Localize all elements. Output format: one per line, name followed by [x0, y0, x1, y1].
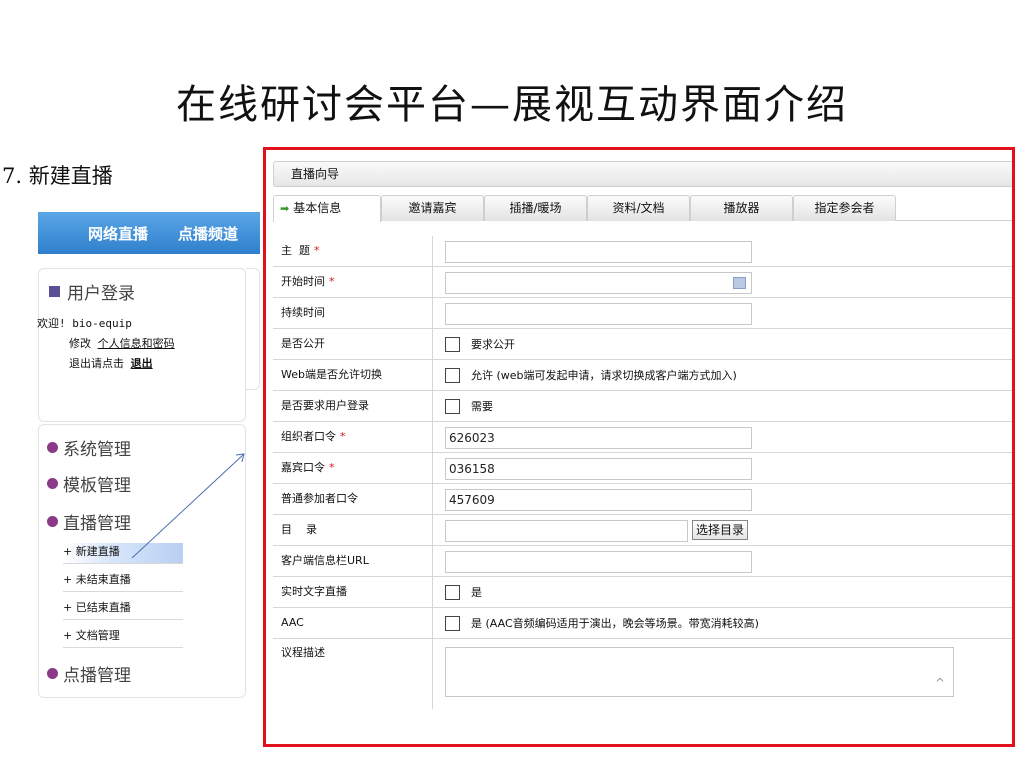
login-required-label: 是否要求用户登录	[273, 391, 433, 421]
row-guest-password: 嘉宾口令 * 036158	[273, 453, 1012, 484]
organizer-password-label: 组织者口令	[281, 430, 336, 443]
client-url-label: 客户端信息栏URL	[273, 546, 433, 576]
directory-input[interactable]	[445, 520, 688, 542]
guest-password-input[interactable]: 036158	[445, 458, 752, 480]
live-text-label: 实时文字直播	[273, 577, 433, 607]
agenda-textarea[interactable]: ^	[445, 647, 954, 697]
tab-player[interactable]: 播放器	[690, 195, 793, 221]
guest-password-label: 嘉宾口令	[281, 461, 325, 474]
select-directory-button[interactable]: 选择目录	[692, 520, 749, 540]
client-url-input[interactable]	[445, 551, 752, 573]
wizard-tabs: ➡ 基本信息 邀请嘉宾 插播/暖场 资料/文档 播放器 指定参会者	[273, 195, 1012, 222]
row-start-time: 开始时间 *	[273, 267, 1012, 298]
row-directory: 目 录 选择目录	[273, 515, 1012, 546]
tab-basic-info[interactable]: ➡ 基本信息	[273, 195, 381, 222]
attendee-password-label: 普通参加者口令	[273, 484, 433, 514]
row-client-url: 客户端信息栏URL	[273, 546, 1012, 577]
agenda-label: 议程描述	[273, 639, 433, 709]
aac-checkbox[interactable]	[445, 616, 460, 631]
wizard-header: 直播向导	[273, 161, 1012, 187]
row-login-required: 是否要求用户登录 需要	[273, 391, 1012, 422]
tab-designated-attendees[interactable]: 指定参会者	[793, 195, 896, 221]
duration-input[interactable]	[445, 303, 752, 325]
row-attendee-password: 普通参加者口令 457609	[273, 484, 1012, 515]
public-option-label: 要求公开	[471, 338, 515, 351]
scroll-up-icon[interactable]: ^	[935, 676, 945, 690]
web-switch-label: Web端是否允许切换	[273, 360, 433, 390]
tab-documents[interactable]: 资料/文档	[587, 195, 690, 221]
web-switch-checkbox[interactable]	[445, 368, 460, 383]
web-switch-option-label: 允许 (web端可发起申请，请求切换成客户端方式加入)	[471, 369, 737, 382]
row-aac: AAC 是 (AAC音频编码适用于演出，晚会等场景。带宽消耗较高)	[273, 608, 1012, 639]
organizer-password-input[interactable]: 626023	[445, 427, 752, 449]
row-duration: 持续时间	[273, 298, 1012, 329]
subject-label: 主 题	[281, 244, 310, 257]
public-checkbox[interactable]	[445, 337, 460, 352]
aac-label: AAC	[273, 608, 433, 638]
directory-label: 目 录	[273, 515, 433, 545]
login-required-checkbox[interactable]	[445, 399, 460, 414]
row-subject: 主 题 *	[273, 236, 1012, 267]
row-public: 是否公开 要求公开	[273, 329, 1012, 360]
live-text-checkbox[interactable]	[445, 585, 460, 600]
row-live-text: 实时文字直播 是	[273, 577, 1012, 608]
subject-input[interactable]	[445, 241, 752, 263]
aac-option-label: 是 (AAC音频编码适用于演出，晚会等场景。带宽消耗较高)	[471, 617, 759, 630]
public-label: 是否公开	[273, 329, 433, 359]
calendar-icon[interactable]	[733, 277, 746, 289]
live-wizard-frame: 直播向导 ➡ 基本信息 邀请嘉宾 插播/暖场 资料/文档 播放器 指定参会者 主 …	[263, 147, 1015, 747]
tab-insert-warmup[interactable]: 插播/暖场	[484, 195, 587, 221]
duration-label: 持续时间	[273, 298, 433, 328]
login-required-option-label: 需要	[471, 400, 493, 413]
start-time-input[interactable]	[445, 272, 752, 294]
tab-invite-guests[interactable]: 邀请嘉宾	[381, 195, 484, 221]
attendee-password-input[interactable]: 457609	[445, 489, 752, 511]
row-agenda: 议程描述 ^	[273, 639, 1012, 709]
start-time-label: 开始时间	[281, 275, 325, 288]
live-text-option-label: 是	[471, 586, 482, 599]
row-web-switch: Web端是否允许切换 允许 (web端可发起申请，请求切换成客户端方式加入)	[273, 360, 1012, 391]
row-organizer-password: 组织者口令 * 626023	[273, 422, 1012, 453]
arrow-right-icon: ➡	[280, 202, 290, 215]
